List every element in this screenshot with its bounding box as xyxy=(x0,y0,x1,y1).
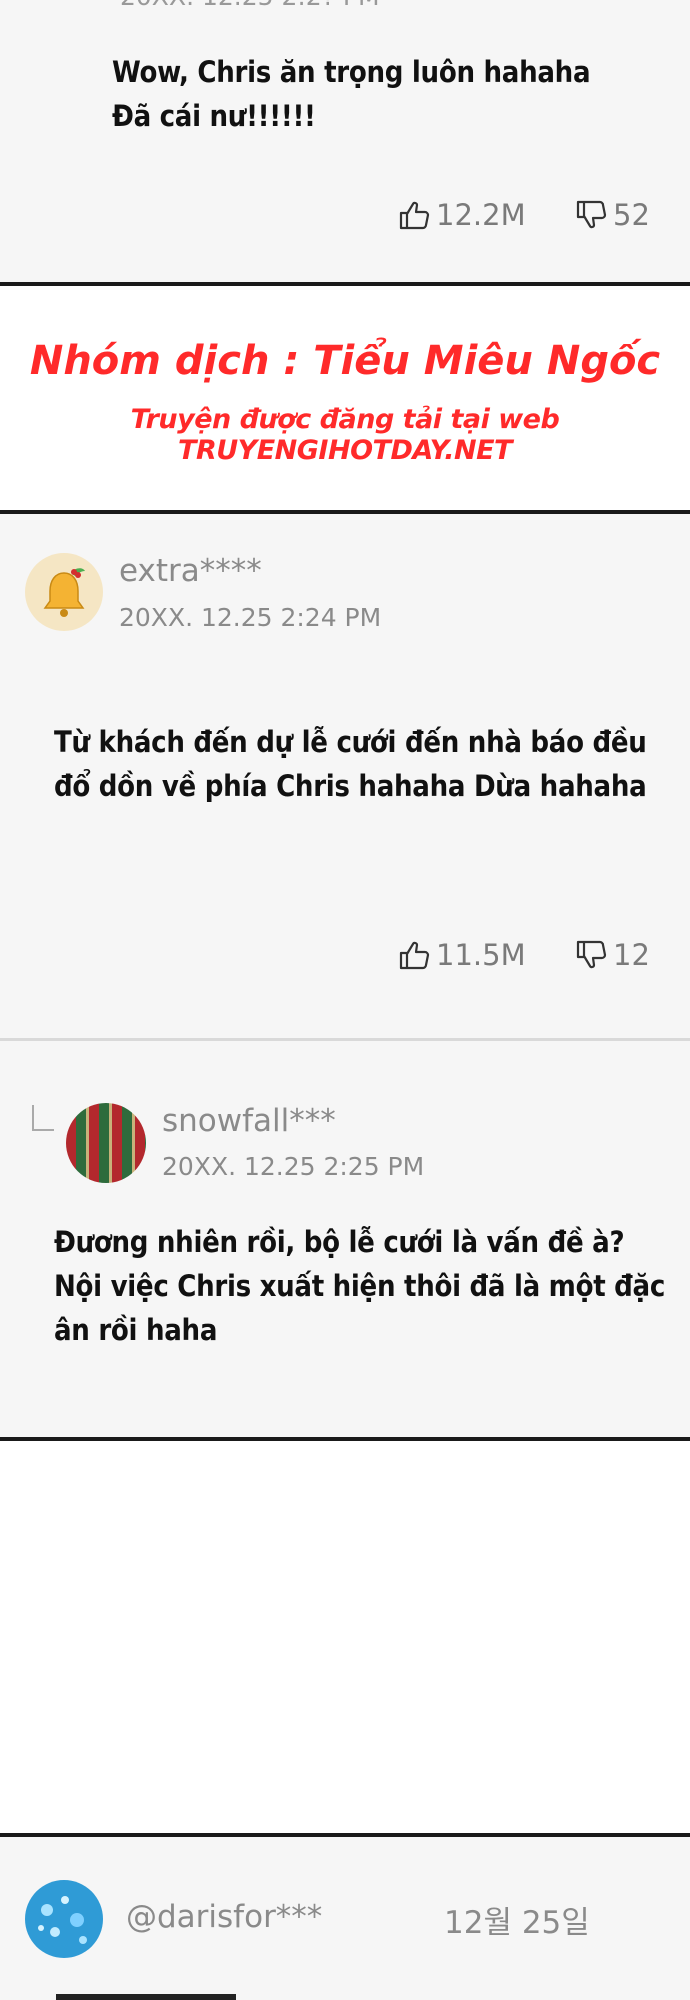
bubbles-icon xyxy=(38,1896,87,1944)
username[interactable]: @darisfor*** xyxy=(126,1899,322,1935)
avatar[interactable] xyxy=(66,1103,146,1183)
comment-timestamp-partial: 20XX. 12.25 2:2? PM xyxy=(120,0,380,11)
bell-icon xyxy=(43,568,85,617)
thumbs-down-icon xyxy=(575,200,607,230)
comment-text: Từ khách đến dự lễ cưới đến nhà báo đều … xyxy=(54,725,647,803)
dislike-count: 12 xyxy=(613,938,650,972)
reply-arrow-icon xyxy=(32,1105,54,1131)
divider xyxy=(0,282,690,286)
username[interactable]: snowfall*** xyxy=(162,1103,336,1139)
username[interactable]: extra**** xyxy=(119,553,262,589)
comment-timestamp: 20XX. 12.25 2:24 PM xyxy=(119,603,382,632)
comment-date: 12월 25일 xyxy=(444,1905,590,1941)
site-credit: Truyện được đăng tải tại web TRUYENGIHOT… xyxy=(130,404,560,466)
dislike-button[interactable]: 52 xyxy=(575,198,650,232)
thumbs-up-icon xyxy=(398,940,430,970)
thumbs-down-icon xyxy=(575,940,607,970)
like-count: 11.5M xyxy=(436,938,526,972)
avatar[interactable] xyxy=(25,553,103,631)
divider xyxy=(0,1437,690,1441)
like-button[interactable]: 11.5M xyxy=(398,938,526,972)
comment-card-top xyxy=(0,0,690,282)
comment-text-cutoff xyxy=(56,1988,356,2000)
thumbs-up-icon xyxy=(398,200,430,230)
avatar[interactable] xyxy=(25,1880,103,1958)
like-button[interactable]: 12.2M xyxy=(398,198,526,232)
like-count: 12.2M xyxy=(436,198,526,232)
dislike-button[interactable]: 12 xyxy=(575,938,650,972)
comment-text: Đương nhiên rồi, bộ lễ cưới là vấn đề à?… xyxy=(54,1225,665,1347)
translator-credit: Nhóm dịch : Tiểu Miêu Ngốc xyxy=(29,338,661,384)
comment-timestamp: 20XX. 12.25 2:25 PM xyxy=(162,1152,425,1181)
comment-text: Wow, Chris ăn trọng luôn hahaha Đã cái n… xyxy=(112,55,591,133)
dislike-count: 52 xyxy=(613,198,650,232)
